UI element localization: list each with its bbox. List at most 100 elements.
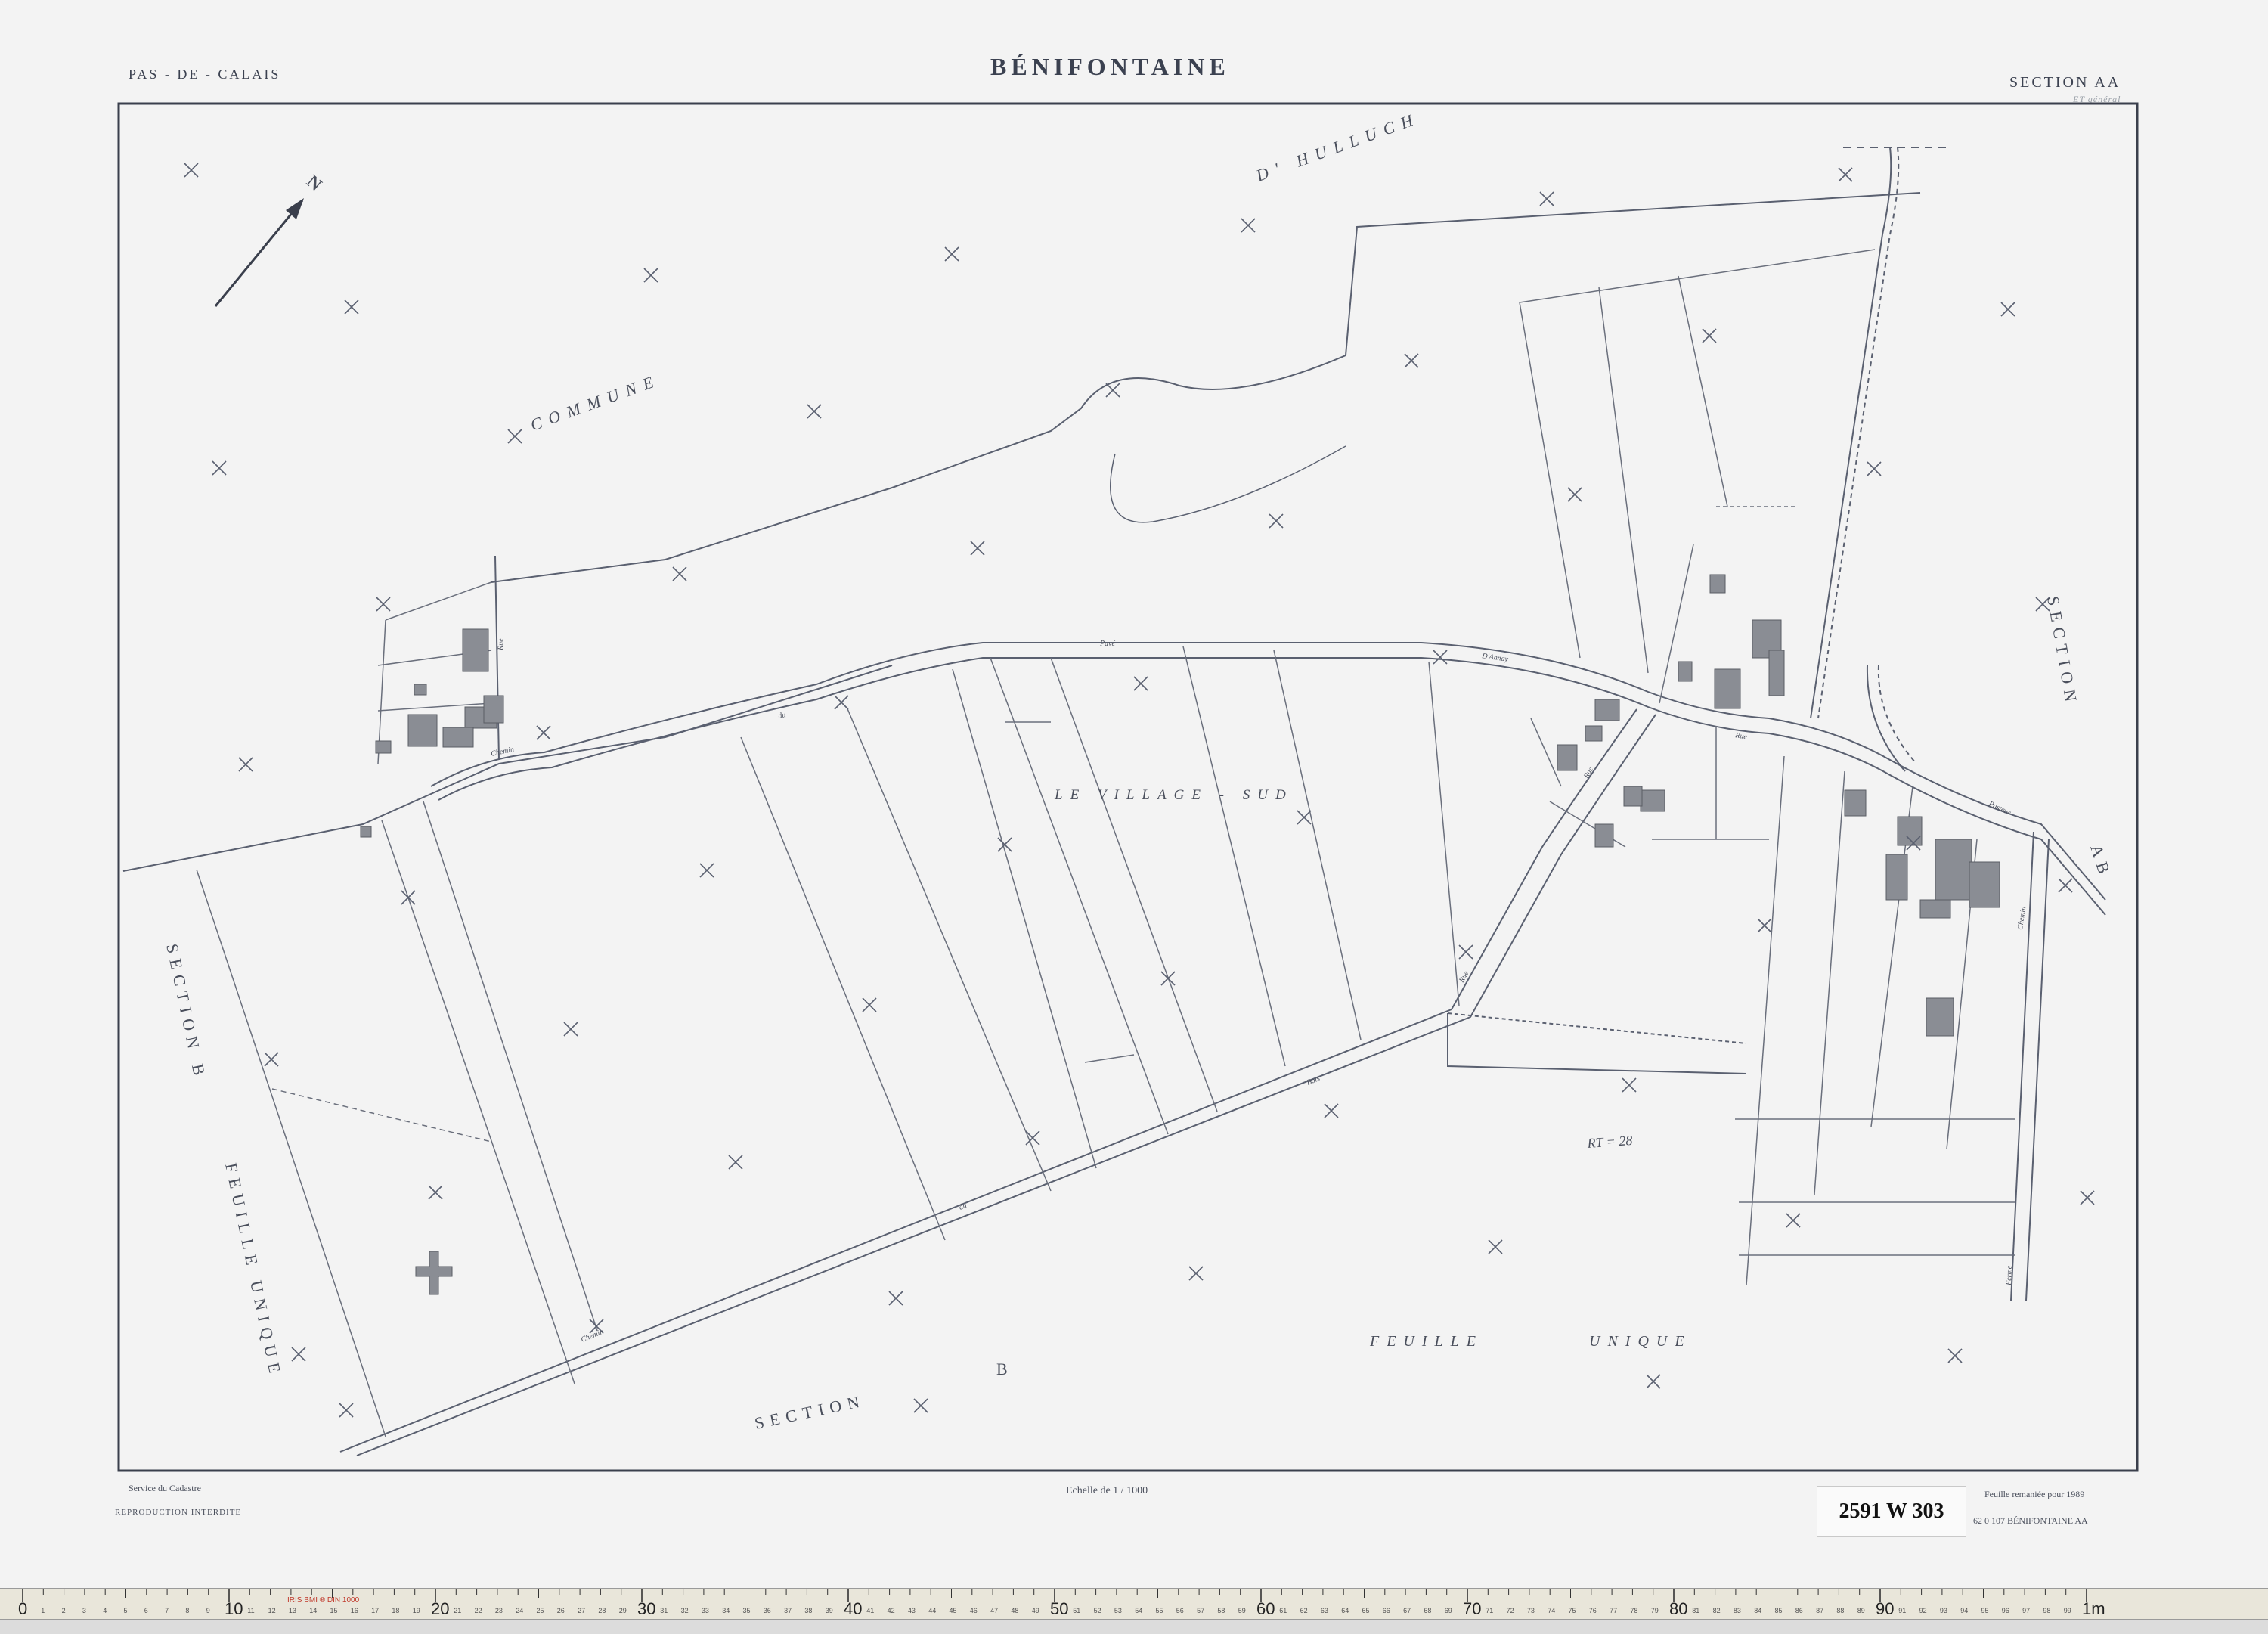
marsh-boundary <box>1110 445 1346 523</box>
hulluch-label: D' HULLUCH <box>1253 108 1422 185</box>
ruler-minor-number: 62 <box>1300 1607 1308 1614</box>
survey-cross <box>2000 302 2015 317</box>
ruler-minor-number: 75 <box>1569 1607 1576 1614</box>
ruler-minor-number: 1 <box>41 1607 45 1614</box>
ruler-minor-number: 87 <box>1816 1607 1823 1614</box>
parcel-line <box>1084 1054 1135 1063</box>
building <box>442 727 474 748</box>
parcel-line <box>196 869 386 1437</box>
building <box>1844 789 1867 817</box>
section-bottom-label: SECTION <box>753 1391 867 1432</box>
ruler-minor-number: 69 <box>1445 1607 1452 1614</box>
street-label: D'Annay <box>1481 652 1510 664</box>
ruler-major-label: 60 <box>1256 1599 1275 1618</box>
parcel-line <box>1549 801 1626 848</box>
ruler-minor-number: 54 <box>1135 1607 1142 1614</box>
survey-cross <box>563 1022 578 1037</box>
ruler-minor-number: 22 <box>475 1607 482 1614</box>
survey-cross <box>2080 1190 2095 1205</box>
parcel-line <box>1519 249 1876 303</box>
ruler-major-label: 20 <box>431 1599 449 1618</box>
parcel-line <box>1519 302 1581 659</box>
ruler-minor-number: 35 <box>743 1607 751 1614</box>
street-label: Rue <box>1734 731 1748 742</box>
cadastral-sheet: PAS - DE - CALAIS BÉNIFONTAINE SECTION A… <box>0 0 2268 1588</box>
survey-cross <box>728 1155 743 1170</box>
ruler-minor-number: 3 <box>82 1607 86 1614</box>
road-pavé-d-annay-south <box>438 657 2106 916</box>
remaniee-label: Feuille remaniée pour 1989 <box>1984 1489 2084 1499</box>
pencil-note: RT = 28 <box>1586 1133 1633 1151</box>
ruler-major-label: 1m <box>2082 1599 2105 1618</box>
commune-label: COMMUNE <box>528 370 663 434</box>
cadastral-map: N COMMUNE D' HULLUCH LE VILLAGE - SUD SE… <box>115 102 2139 1526</box>
survey-cross <box>1297 810 1312 825</box>
ruler-minor-number: 44 <box>928 1607 936 1614</box>
ruler-minor-number: 11 <box>247 1607 254 1614</box>
survey-cross <box>1241 218 1256 233</box>
ruler-minor-number: 27 <box>578 1607 585 1614</box>
building <box>375 740 392 754</box>
ruler-minor-number: 74 <box>1548 1607 1555 1614</box>
parcel-line <box>740 736 946 1241</box>
ruler-minor-number: 4 <box>103 1607 107 1614</box>
building <box>1640 789 1665 812</box>
ruler-minor-number: 73 <box>1527 1607 1535 1614</box>
building <box>462 628 489 672</box>
survey-cross <box>1757 918 1772 933</box>
ruler-minor-number: 61 <box>1279 1607 1287 1614</box>
ruler-minor-number: 76 <box>1589 1607 1597 1614</box>
survey-cross <box>401 890 416 905</box>
parcel-line <box>952 668 1097 1169</box>
ruler-minor-number: 33 <box>702 1607 709 1614</box>
ruler-stamp: IRIS BMI ® DIN 1000 <box>287 1596 360 1605</box>
ruler-major-label: 80 <box>1669 1599 1687 1618</box>
ruler-minor-number: 29 <box>619 1607 627 1614</box>
ruler-minor-number: 41 <box>866 1607 874 1614</box>
ruler-minor-number: 31 <box>660 1607 668 1614</box>
parcel-line <box>1273 650 1362 1040</box>
building <box>1594 699 1620 721</box>
ruler-minor-number: 14 <box>309 1607 317 1614</box>
ruler-minor-number: 34 <box>722 1607 730 1614</box>
ruler-major-label: 90 <box>1876 1599 1894 1618</box>
survey-cross <box>238 757 253 772</box>
ruler-minor-number: 23 <box>495 1607 503 1614</box>
ruler-minor-number: 12 <box>268 1607 276 1614</box>
street-label: Pasteur <box>1987 799 2012 817</box>
ruler-minor-number: 84 <box>1754 1607 1761 1614</box>
building <box>407 714 438 747</box>
building <box>483 695 504 724</box>
survey-cross <box>807 404 822 419</box>
survey-cross <box>428 1185 443 1200</box>
north-label: N <box>302 172 326 195</box>
ruler-minor-number: 85 <box>1775 1607 1783 1614</box>
ruler-minor-number: 71 <box>1486 1607 1493 1614</box>
ruler-minor-number: 43 <box>908 1607 916 1614</box>
parcel-line <box>846 706 1052 1192</box>
ruler-minor-number: 77 <box>1610 1607 1617 1614</box>
parcel-line <box>381 820 575 1384</box>
ruler-minor-number: 24 <box>516 1607 523 1614</box>
survey-cross <box>1133 676 1148 691</box>
ruler-minor-number: 2 <box>62 1607 66 1614</box>
ruler-major-label: 50 <box>1050 1599 1068 1618</box>
ruler-minor-number: 79 <box>1651 1607 1659 1614</box>
unique-label: UNIQUE <box>1589 1333 1692 1350</box>
parcel-96-inner <box>1447 1012 1747 1044</box>
ruler-minor-number: 6 <box>144 1607 148 1614</box>
village-sud-label: LE VILLAGE - SUD <box>1054 787 1294 803</box>
north-arrow: N <box>214 172 326 307</box>
ruler-minor-number: 28 <box>598 1607 606 1614</box>
commune-boundary-west <box>122 665 893 872</box>
ruler-minor-number: 52 <box>1094 1607 1101 1614</box>
building <box>1709 574 1726 594</box>
parcel-line <box>1428 661 1460 1006</box>
building <box>1768 650 1785 696</box>
b-bottom-label: B <box>996 1360 1014 1378</box>
commune-boundary-north <box>491 192 1921 583</box>
survey-cross <box>291 1347 306 1362</box>
building <box>414 684 427 696</box>
road-pavé-d-annay-north <box>430 642 2106 901</box>
building <box>1969 861 2000 908</box>
